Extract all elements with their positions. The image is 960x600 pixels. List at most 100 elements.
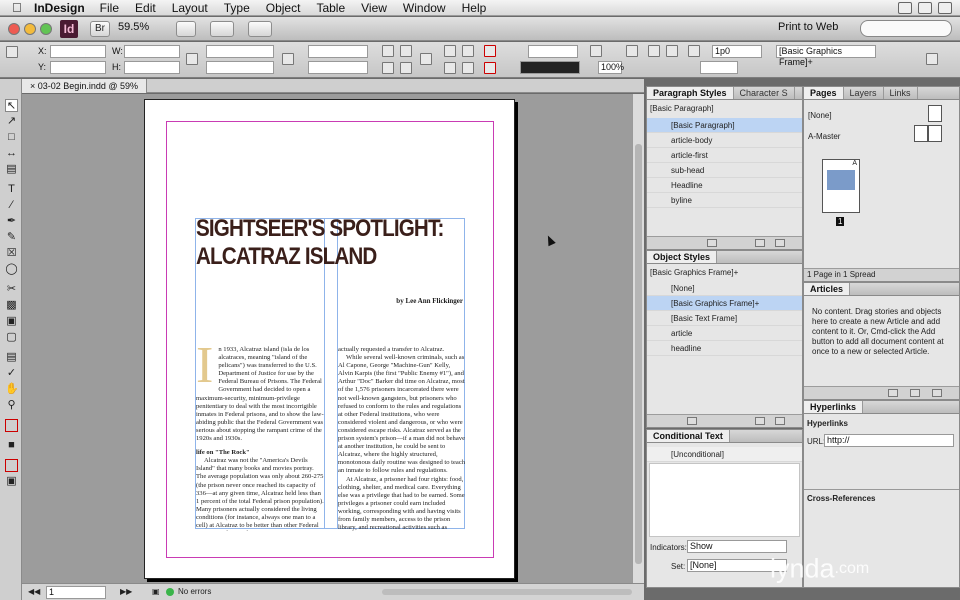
url-field[interactable]: http:// [824,434,954,447]
select-content-icon[interactable] [444,62,456,74]
y-field[interactable] [50,61,106,74]
object-style-item[interactable]: [None] [647,281,802,296]
height-field[interactable] [124,61,180,74]
gradient-feather-icon[interactable]: ▢ [5,331,18,344]
menu-window[interactable]: Window [403,1,446,15]
paragraph-style-item[interactable]: article-body [647,133,802,148]
tab-hyperlinks[interactable]: Hyperlinks [804,401,864,413]
tab-object-styles[interactable]: Object Styles [647,251,718,263]
fill-swatch-icon[interactable] [484,45,496,57]
page-tool-icon[interactable]: □ [5,131,18,144]
article-byline[interactable]: by Lee Ann Flickinger [396,297,463,305]
stroke-type-field[interactable] [520,61,580,74]
shear-field[interactable] [308,61,368,74]
document-canvas[interactable]: SIGHTSEER'S SPOTLIGHT: ALCATRAZ ISLAND b… [22,94,632,583]
zoom-tool-icon[interactable]: ⚲ [5,399,18,412]
corner-shape-field[interactable] [700,61,738,74]
object-style-item[interactable]: headline [647,341,802,356]
menu-app-name[interactable]: InDesign [34,1,85,15]
tab-paragraph-styles[interactable]: Paragraph Styles [647,87,734,99]
object-style-field[interactable]: [Basic Graphics Frame]+ [776,45,876,67]
direct-selection-tool-icon[interactable]: ↗ [5,115,18,128]
apply-color-icon[interactable]: ■ [5,439,18,452]
first-page-icon[interactable]: ◀◀ [28,587,40,596]
tab-character-styles[interactable]: Character S [734,87,795,99]
selection-tool-icon[interactable]: ↖ [5,99,18,112]
preflight-status[interactable]: No errors [178,587,211,596]
fit-content-icon[interactable] [666,45,678,57]
note-tool-icon[interactable]: ▤ [5,351,18,364]
rotation-field[interactable] [308,45,368,58]
apply-none-icon[interactable] [5,459,18,472]
screen-mode-icon[interactable]: ▣ [5,475,18,488]
corner-size-field[interactable]: 1p0 [712,45,762,58]
pencil-tool-icon[interactable]: ✎ [5,231,18,244]
menu-help[interactable]: Help [462,1,487,15]
close-tab-icon[interactable]: × [30,81,35,91]
horizontal-scrollbar[interactable] [382,589,632,595]
menu-view[interactable]: View [361,1,387,15]
tab-links[interactable]: Links [884,87,918,99]
document-tab[interactable]: × 03-02 Begin.indd @ 59% [22,79,147,93]
article-headline[interactable]: SIGHTSEER'S SPOTLIGHT: ALCATRAZ ISLAND [196,215,444,271]
eyedropper-tool-icon[interactable]: ✓ [5,367,18,380]
select-previous-icon[interactable] [462,45,474,57]
reference-point-icon[interactable] [6,46,18,58]
page-number-field[interactable]: 1 [46,586,106,599]
fitting-icon[interactable] [648,45,660,57]
page-thumbnail[interactable]: A [822,159,860,213]
rectangle-frame-tool-icon[interactable]: ☒ [5,247,18,260]
a-master-right-thumbnail[interactable] [928,125,942,142]
effects-fx-icon[interactable] [626,45,638,57]
next-page-icon[interactable]: ▶▶ [120,587,132,596]
menu-layout[interactable]: Layout [172,1,208,15]
trash-icon[interactable] [932,389,942,397]
vertical-scroll-thumb[interactable] [635,144,642,564]
folder-icon[interactable] [707,239,717,247]
none-master-thumbnail[interactable] [928,105,942,122]
opacity-field[interactable]: 100% [598,61,624,74]
zoom-level[interactable]: 59.5% [118,21,149,33]
link-scale-icon[interactable] [282,53,294,65]
new-article-icon[interactable] [910,389,920,397]
none-master-label[interactable]: [None] [808,111,832,120]
corner-options-icon[interactable] [688,45,700,57]
content-collector-icon[interactable]: ▤ [5,163,18,176]
fill-stroke-icon[interactable] [5,419,18,432]
stroke-swatch-icon[interactable] [484,62,496,74]
scale-x-field[interactable] [206,45,274,58]
screen-mode-button[interactable] [210,21,234,37]
menu-file[interactable]: File [100,1,119,15]
object-style-item[interactable]: article [647,326,802,341]
menu-table[interactable]: Table [316,1,345,15]
vertical-scrollbar[interactable] [632,94,644,583]
a-master-label[interactable]: A-Master [808,132,840,141]
p-icon[interactable] [420,53,432,65]
gap-tool-icon[interactable]: ↔ [5,147,18,160]
bridge-button[interactable]: Br [90,21,110,37]
menu-object[interactable]: Object [266,1,301,15]
menu-type[interactable]: Type [224,1,250,15]
hand-tool-icon[interactable]: ✋ [5,383,19,396]
close-window-button[interactable] [8,23,20,35]
arrange-documents-button[interactable] [248,21,272,37]
scissors-tool-icon[interactable]: ✂ [5,283,18,296]
article-column-1[interactable]: I n 1933, Alcatraz island (isla de los a… [196,346,324,531]
rotate-ccw-icon[interactable] [400,45,412,57]
paragraph-style-item[interactable]: Headline [647,178,802,193]
scale-y-field[interactable] [206,61,274,74]
spotlight-icon[interactable] [938,1,952,14]
trash-icon[interactable] [775,239,785,247]
paragraph-style-item[interactable]: [Basic Paragraph] [647,118,802,133]
zoom-window-button[interactable] [40,23,52,35]
flip-horizontal-icon[interactable] [382,62,394,74]
text-wrap-icon[interactable] [590,45,602,57]
paragraph-style-item[interactable]: byline [647,193,802,208]
trash-icon[interactable] [775,417,785,425]
width-field[interactable] [124,45,180,58]
x-field[interactable] [50,45,106,58]
line-tool-icon[interactable]: ∕ [5,199,18,212]
select-next-icon[interactable] [462,62,474,74]
lightning-icon[interactable] [926,53,938,65]
type-tool-icon[interactable]: T [5,183,18,196]
